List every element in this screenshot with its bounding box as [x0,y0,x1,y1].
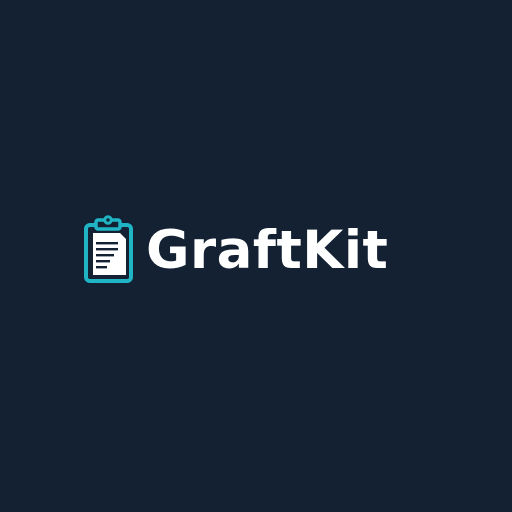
brand-logo: GraftKit [82,214,388,286]
brand-name: GraftKit [146,219,389,281]
clipboard-document-icon [82,214,138,286]
